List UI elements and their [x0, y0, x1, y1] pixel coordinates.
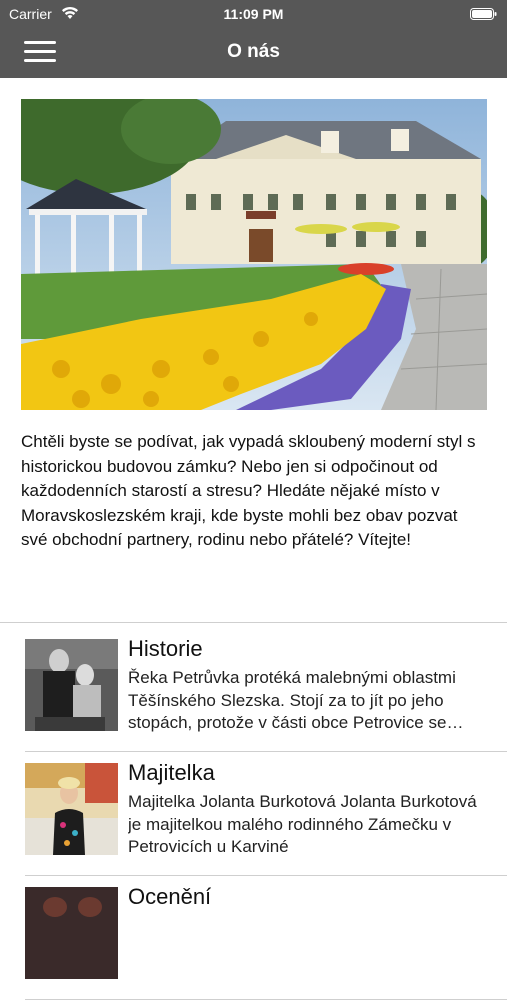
battery-icon — [470, 8, 497, 20]
item-description: Majitelka Jolanta Burkotová Jolanta Burk… — [128, 792, 477, 856]
list-item-oceneni[interactable]: Ocenění — [25, 876, 507, 1000]
item-title: Historie — [128, 636, 203, 661]
clock: 11:09 PM — [223, 6, 284, 22]
intro-text: Chtěli byste se podívat, jak vypadá sklo… — [21, 432, 476, 549]
hero-image — [21, 99, 487, 410]
list-item-historie[interactable]: Historie Řeka Petrůvka protéká malebnými… — [25, 628, 507, 752]
historie-thumbnail — [25, 639, 118, 731]
navigation-bar: O nás — [0, 28, 507, 78]
list-item-majitelka[interactable]: Majitelka Majitelka Jolanta Burkotová Jo… — [25, 752, 507, 876]
item-title: Ocenění — [128, 884, 212, 909]
oceneni-thumbnail — [25, 887, 118, 979]
section-list: Historie Řeka Petrůvka protéká malebnými… — [25, 628, 507, 1000]
majitelka-thumbnail — [25, 763, 118, 855]
item-description: Řeka Petrůvka protéká malebnými oblastmi… — [128, 668, 456, 732]
page-title: O nás — [227, 41, 280, 62]
item-title: Majitelka — [128, 760, 215, 785]
divider — [0, 622, 507, 623]
status-bar: Carrier 11:09 PM — [0, 0, 507, 28]
